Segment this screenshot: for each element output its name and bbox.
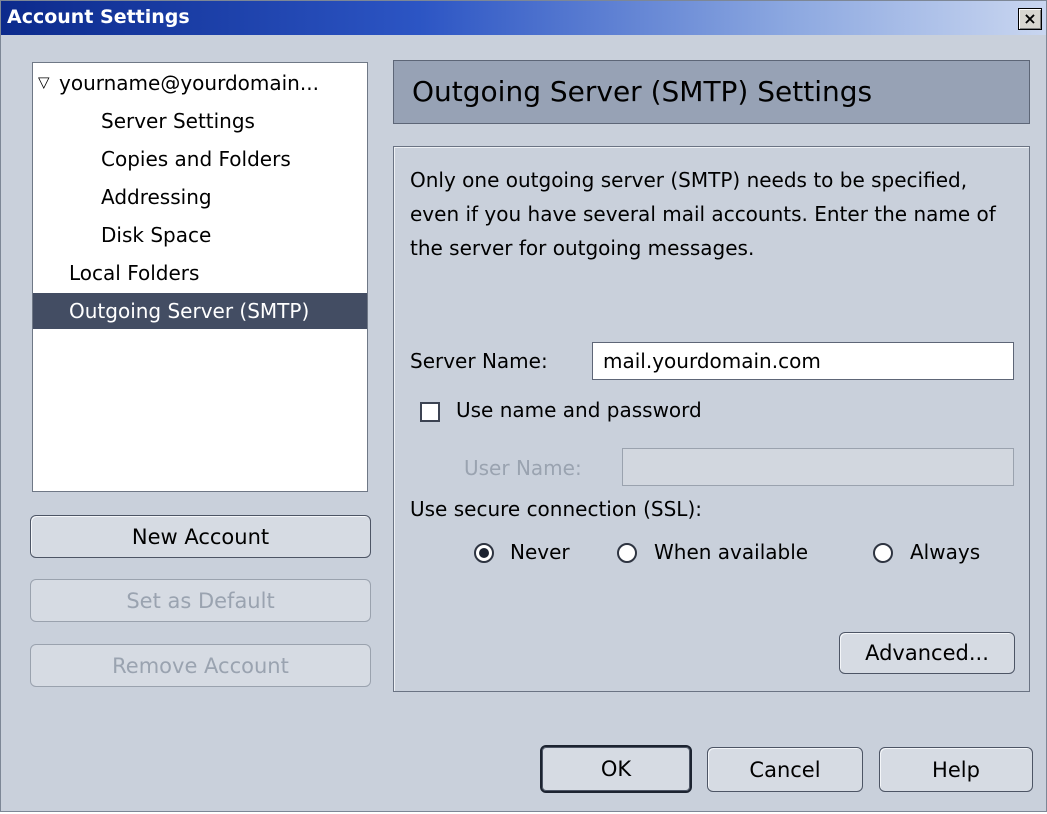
- window-title: Account Settings: [7, 6, 190, 28]
- use-auth-checkbox[interactable]: [420, 402, 440, 422]
- button-label: OK: [600, 757, 632, 781]
- tree-item-account[interactable]: ▽ yourname@yourdomain...: [33, 65, 367, 101]
- advanced-button[interactable]: Advanced...: [839, 632, 1015, 674]
- help-button[interactable]: Help: [879, 747, 1033, 792]
- close-icon: ×: [1023, 9, 1037, 28]
- tree-item-label: Disk Space: [101, 223, 212, 247]
- panel-header: Outgoing Server (SMTP) Settings: [393, 60, 1030, 124]
- button-label: Remove Account: [112, 653, 289, 678]
- tree-item-label: Copies and Folders: [101, 147, 291, 171]
- smtp-settings-panel: Only one outgoing server (SMTP) needs to…: [393, 146, 1030, 692]
- server-name-label: Server Name:: [410, 349, 548, 373]
- cancel-button[interactable]: Cancel: [707, 747, 863, 792]
- close-button[interactable]: ×: [1018, 8, 1042, 30]
- tree-item-label: yourname@yourdomain...: [59, 71, 319, 95]
- tree-item-label: Addressing: [101, 185, 212, 209]
- panel-title: Outgoing Server (SMTP) Settings: [412, 75, 873, 108]
- button-label: New Account: [131, 524, 270, 549]
- tree-item-label: Outgoing Server (SMTP): [69, 299, 310, 323]
- tree-item-addressing[interactable]: Addressing: [33, 179, 367, 215]
- ssl-when-available-radio[interactable]: [617, 543, 637, 563]
- tree-item-copies-folders[interactable]: Copies and Folders: [33, 141, 367, 177]
- button-label: Help: [932, 757, 980, 782]
- tree-item-label: Server Settings: [101, 109, 255, 133]
- ssl-never-radio[interactable]: [474, 543, 494, 563]
- ok-button[interactable]: OK: [540, 745, 692, 793]
- button-label: Cancel: [749, 757, 821, 782]
- tree-item-label: Local Folders: [69, 261, 200, 285]
- ssl-always-label[interactable]: Always: [910, 540, 980, 564]
- use-auth-label[interactable]: Use name and password: [456, 398, 702, 422]
- ssl-never-label[interactable]: Never: [510, 540, 570, 564]
- user-name-label: User Name:: [464, 456, 582, 480]
- set-as-default-button[interactable]: Set as Default: [30, 579, 371, 622]
- account-tree[interactable]: ▽ yourname@yourdomain... Server Settings…: [32, 62, 368, 492]
- ssl-when-available-label[interactable]: When available: [654, 540, 808, 564]
- tree-item-local-folders[interactable]: Local Folders: [33, 255, 367, 291]
- server-name-value: mail.yourdomain.com: [603, 349, 821, 373]
- tree-item-server-settings[interactable]: Server Settings: [33, 103, 367, 139]
- ssl-label: Use secure connection (SSL):: [410, 497, 702, 521]
- button-label: Advanced...: [865, 641, 989, 665]
- twisty-expanded-icon[interactable]: ▽: [38, 64, 50, 100]
- new-account-button[interactable]: New Account: [30, 515, 371, 558]
- account-settings-window: Account Settings × ▽ yourname@yourdomain…: [0, 0, 1047, 812]
- title-bar[interactable]: Account Settings ×: [1, 1, 1046, 35]
- remove-account-button[interactable]: Remove Account: [30, 644, 371, 687]
- tree-item-outgoing-server[interactable]: Outgoing Server (SMTP): [33, 293, 367, 329]
- server-name-input[interactable]: mail.yourdomain.com: [592, 342, 1014, 380]
- tree-item-disk-space[interactable]: Disk Space: [33, 217, 367, 253]
- description-text: Only one outgoing server (SMTP) needs to…: [410, 168, 996, 260]
- button-label: Set as Default: [126, 588, 275, 613]
- user-name-input[interactable]: [622, 448, 1014, 486]
- ssl-always-radio[interactable]: [873, 543, 893, 563]
